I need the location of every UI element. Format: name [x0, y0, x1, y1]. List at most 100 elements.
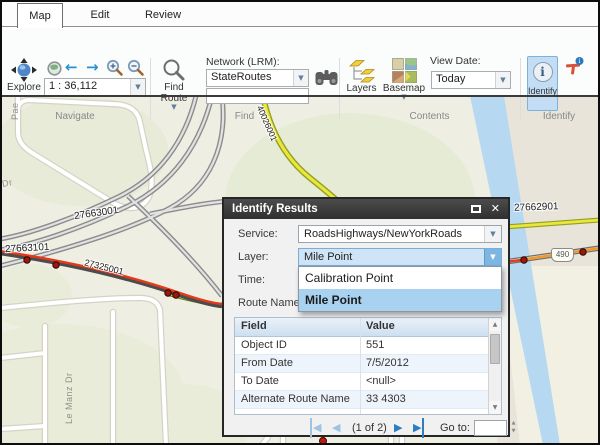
view-date-combo[interactable]: Today ▼ [431, 71, 511, 89]
next-extent-icon[interactable]: → [86, 58, 99, 76]
service-value: RoadsHighways/NewYorkRoads [304, 228, 462, 240]
group-label-identify: Identify [520, 111, 598, 122]
scrollbar-down-icon[interactable]: ▼ [489, 401, 501, 414]
network-lrm-dropdown-icon[interactable]: ▼ [293, 70, 308, 86]
table-row-partial [235, 409, 501, 415]
group-label-contents: Contents [339, 111, 520, 122]
goto-page-input[interactable] [474, 420, 507, 436]
previous-extent-icon[interactable]: ← [65, 58, 78, 76]
layers-button[interactable]: Layers [343, 58, 380, 94]
tab-map[interactable]: Map [17, 3, 63, 28]
tab-review-label: Review [145, 9, 181, 21]
app-window: Map Edit Review Explore ← → [0, 0, 600, 445]
network-lrm-value: StateRoutes [211, 71, 272, 83]
service-dropdown-icon[interactable]: ▼ [484, 226, 501, 242]
table-row[interactable]: From Date7/5/2012 [235, 355, 501, 373]
street-label-le-manz: Le Manz Dr [64, 372, 74, 424]
basemap-icon [392, 58, 417, 83]
find-route-dropdown-icon: ▼ [171, 104, 176, 110]
map-scale-combo[interactable]: 1 : 36,112 ▼ [44, 78, 146, 96]
tab-review[interactable]: Review [134, 3, 192, 28]
dialog-maximize-icon[interactable] [471, 205, 481, 213]
table-header-field: Field [241, 320, 267, 332]
goto-spinner[interactable]: ▲ ▼ [509, 419, 518, 437]
dialog-title: Identify Results [232, 203, 318, 215]
last-page-button[interactable]: ▶ [413, 418, 424, 438]
dropdown-option-calibration-point[interactable]: Calibration Point [299, 267, 501, 289]
svg-text:i: i [579, 58, 581, 65]
find-route-magnifier-icon [162, 58, 186, 82]
service-label: Service: [238, 228, 278, 240]
route-label: 27663101 [5, 242, 50, 255]
previous-page-button[interactable]: ◀ [332, 418, 340, 438]
street-label-dr: Dr [1, 177, 13, 189]
identify-results-dialog: Identify Results ✕ Service: RoadsHighway… [222, 197, 510, 437]
zoom-out-icon[interactable] [127, 59, 145, 77]
group-label-navigate: Navigate [0, 111, 150, 122]
group-label-find: Find [150, 111, 339, 122]
ribbon-map-divider [0, 95, 600, 97]
table-column-divider [360, 318, 361, 414]
time-label: Time: [238, 274, 265, 286]
explore-label: Explore [7, 82, 41, 93]
pagination-bar: ◀ ◀ (1 of 2) ▶ ▶ Go to: ▲ ▼ [224, 418, 512, 438]
binoculars-icon[interactable] [315, 69, 338, 86]
full-extent-globe-icon[interactable] [47, 61, 62, 76]
tab-map-label: Map [29, 10, 50, 22]
route-name-label: Route Name: [238, 297, 303, 309]
map-scale-value: 1 : 36,112 [49, 80, 97, 92]
identify-route-location-icon[interactable]: i [565, 57, 585, 76]
back-arrow-glyph: ← [65, 58, 78, 76]
tab-edit[interactable]: Edit [77, 3, 123, 28]
tab-edit-label: Edit [91, 9, 110, 21]
page-indicator: (1 of 2) [352, 418, 387, 438]
view-date-label: View Date: [430, 55, 481, 67]
network-lrm-combo[interactable]: StateRoutes ▼ [206, 69, 309, 87]
spinner-up-icon[interactable]: ▲ [509, 419, 518, 427]
identify-icon: i [533, 62, 553, 82]
ribbon-tab-bar: Map Edit Review [0, 0, 600, 27]
layer-label: Layer: [238, 251, 269, 263]
explore-button[interactable]: Explore [5, 58, 43, 93]
group-separator [339, 58, 340, 119]
dropdown-option-mile-point[interactable]: Mile Point [299, 289, 501, 311]
group-separator [150, 58, 151, 119]
highway-shield-490: 490 [551, 248, 574, 262]
zoom-in-icon[interactable] [106, 59, 124, 77]
find-route-button[interactable]: Find Route ▼ [153, 58, 195, 110]
group-separator [520, 58, 521, 119]
layer-dropdown-list: Calibration Point Mile Point [298, 266, 502, 312]
first-page-button[interactable]: ◀ [310, 418, 321, 438]
attribute-table: Field Value Object ID551 From Date7/5/20… [234, 317, 502, 415]
basemap-button[interactable]: Basemap ▼ [382, 58, 426, 100]
table-row[interactable]: Alternate Route Name33 4303 [235, 391, 501, 409]
layers-label: Layers [346, 83, 376, 94]
view-date-dropdown-icon[interactable]: ▼ [495, 72, 510, 88]
scrollbar-up-icon[interactable]: ▲ [489, 318, 501, 331]
layer-combo[interactable]: Mile Point ▼ [298, 248, 502, 266]
table-scrollbar[interactable]: ▲ ▼ [488, 318, 501, 414]
scrollbar-thumb[interactable] [490, 334, 500, 364]
route-label: 27662901 [514, 201, 559, 214]
layer-dropdown-icon[interactable]: ▼ [484, 249, 501, 265]
explore-pan-icon [11, 58, 37, 82]
service-combo[interactable]: RoadsHighways/NewYorkRoads ▼ [298, 225, 502, 243]
map-scale-dropdown-icon[interactable]: ▼ [130, 79, 145, 95]
table-header-value: Value [366, 320, 395, 332]
table-row[interactable]: Object ID551 [235, 337, 501, 355]
network-lrm-label: Network (LRM): [206, 56, 280, 68]
forward-arrow-glyph: → [86, 58, 99, 76]
table-row[interactable]: To Date<null> [235, 373, 501, 391]
ribbon: Explore ← → 1 : 36,112 ▼ Navigate [0, 28, 600, 95]
layer-value: Mile Point [304, 251, 352, 263]
next-page-button[interactable]: ▶ [394, 418, 402, 438]
layers-icon [349, 58, 375, 83]
find-route-label-line1: Find [164, 82, 183, 93]
dialog-title-bar[interactable]: Identify Results [224, 199, 508, 219]
table-header-row: Field Value [235, 318, 501, 337]
view-date-value: Today [436, 73, 465, 85]
spinner-down-icon[interactable]: ▼ [509, 427, 518, 435]
goto-label: Go to: [440, 418, 470, 438]
identify-button[interactable]: i Identify [527, 56, 558, 111]
dialog-close-icon[interactable]: ✕ [491, 202, 500, 215]
